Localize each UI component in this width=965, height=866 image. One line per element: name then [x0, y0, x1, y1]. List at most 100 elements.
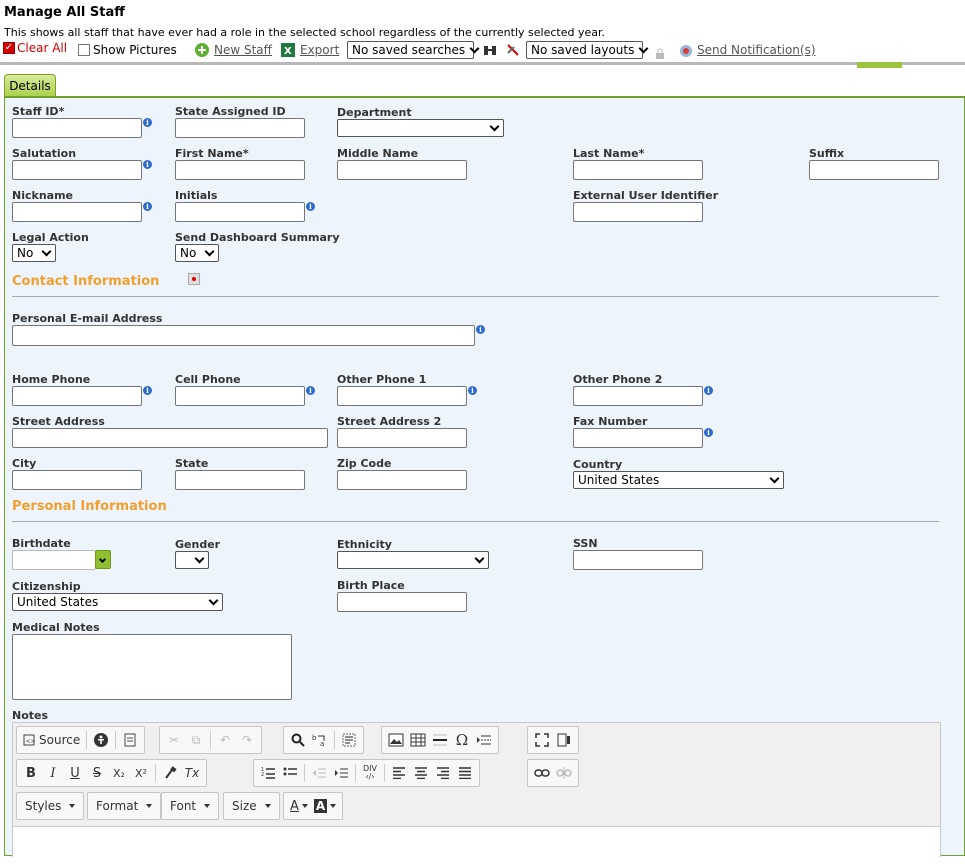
italic-button[interactable]: I — [42, 762, 64, 784]
size-dropdown[interactable]: Size — [223, 792, 280, 820]
superscript-button[interactable]: X² — [130, 762, 152, 784]
indent-icon[interactable] — [330, 762, 352, 784]
font-dropdown[interactable]: Font — [161, 792, 220, 820]
zip-code-input[interactable] — [337, 470, 467, 490]
bold-button[interactable]: B — [20, 762, 42, 784]
cell-phone-input[interactable] — [175, 386, 305, 406]
info-icon[interactable]: i — [704, 386, 713, 395]
text-color-button[interactable]: A — [287, 795, 311, 817]
strikethrough-button[interactable]: S — [86, 762, 108, 784]
horizontal-line-icon[interactable] — [429, 729, 451, 751]
fax-number-input[interactable] — [573, 428, 703, 448]
send-notifications-button[interactable]: Send Notification(s) — [678, 39, 816, 61]
copy-formatting-icon[interactable] — [159, 762, 181, 784]
chevron-down-icon — [41, 246, 52, 257]
other-phone-2-input[interactable] — [573, 386, 703, 406]
binoculars-icon[interactable] — [483, 39, 497, 61]
export-button[interactable]: X Export — [280, 39, 339, 61]
info-icon[interactable]: i — [476, 325, 485, 334]
align-right-icon[interactable] — [432, 762, 454, 784]
info-icon[interactable]: i — [306, 386, 315, 395]
align-center-icon[interactable] — [410, 762, 432, 784]
info-icon[interactable]: i — [143, 202, 152, 211]
staff-id-input[interactable] — [12, 118, 142, 138]
ethnicity-select[interactable] — [337, 551, 489, 569]
personal-email-input[interactable] — [12, 325, 475, 346]
source-button[interactable]: <> Source — [20, 729, 83, 751]
page-break-icon[interactable] — [473, 729, 495, 751]
country-select[interactable]: United States — [573, 471, 784, 489]
citizenship-select[interactable]: United States — [12, 593, 223, 611]
show-pictures-toggle[interactable]: Show Pictures — [78, 39, 177, 61]
undo-icon[interactable]: ↶ — [214, 729, 236, 751]
nickname-input[interactable] — [12, 202, 142, 222]
medical-notes-textarea[interactable] — [12, 634, 292, 700]
birth-place-input[interactable] — [337, 592, 467, 612]
format-dropdown[interactable]: Format — [87, 792, 162, 820]
copy-icon[interactable]: ⧉ — [185, 729, 207, 751]
info-icon[interactable]: i — [143, 160, 152, 169]
justify-icon[interactable] — [454, 762, 476, 784]
maximize-icon[interactable] — [531, 729, 553, 751]
last-name-input[interactable] — [573, 160, 703, 180]
numbered-list-icon[interactable]: 12 — [257, 762, 279, 784]
redo-icon[interactable]: ↷ — [236, 729, 258, 751]
subscript-button[interactable]: X₂ — [108, 762, 130, 784]
accessibility-icon[interactable] — [90, 729, 112, 751]
show-pictures-checkbox[interactable] — [78, 44, 90, 56]
background-color-button[interactable]: A — [311, 795, 339, 817]
ssn-input[interactable] — [573, 550, 703, 570]
special-character-icon[interactable]: Ω — [451, 729, 473, 751]
clear-all-button[interactable]: ✓ Clear All — [3, 37, 67, 59]
department-select[interactable] — [337, 119, 504, 137]
unlink-icon[interactable] — [553, 762, 575, 784]
state-input[interactable] — [175, 470, 305, 490]
image-icon[interactable] — [385, 729, 407, 751]
align-left-icon[interactable] — [388, 762, 410, 784]
new-staff-button[interactable]: New Staff — [194, 39, 272, 61]
legal-action-select[interactable]: No — [12, 244, 56, 262]
other-phone-1-input[interactable] — [337, 386, 467, 406]
create-div-icon[interactable]: DIV ‹/› — [359, 762, 381, 784]
table-icon[interactable] — [407, 729, 429, 751]
info-icon[interactable]: i — [704, 428, 713, 437]
middle-name-input[interactable] — [337, 160, 467, 180]
first-name-input[interactable] — [175, 160, 305, 180]
find-icon[interactable] — [287, 729, 309, 751]
street-address-2-input[interactable] — [337, 428, 467, 448]
send-dashboard-summary-select[interactable]: No — [175, 244, 219, 262]
editor-content-area[interactable] — [13, 826, 940, 866]
replace-icon[interactable]: ba — [309, 729, 331, 751]
saved-searches-select[interactable]: No saved searches — [347, 41, 480, 59]
saved-layouts-select[interactable]: No saved layouts — [526, 41, 649, 59]
show-blocks-icon[interactable] — [553, 729, 575, 751]
underline-button[interactable]: U — [64, 762, 86, 784]
initials-input[interactable] — [175, 202, 305, 222]
remove-format-button[interactable]: Tx — [181, 762, 203, 784]
map-icon[interactable] — [188, 273, 200, 285]
gender-select[interactable] — [175, 551, 209, 569]
cut-icon[interactable]: ✂ — [163, 729, 185, 751]
external-user-identifier-input[interactable] — [573, 202, 703, 222]
street-address-input[interactable] — [12, 428, 328, 448]
info-icon[interactable]: i — [143, 118, 152, 127]
state-assigned-id-input[interactable] — [175, 118, 305, 138]
styles-dropdown[interactable]: Styles — [16, 792, 85, 820]
preview-icon[interactable] — [119, 729, 141, 751]
splitter-handle[interactable] — [857, 62, 902, 68]
info-icon[interactable]: i — [468, 386, 477, 395]
city-input[interactable] — [12, 470, 142, 490]
date-picker-button[interactable] — [95, 550, 111, 569]
tab-details[interactable]: Details — [4, 74, 56, 97]
link-icon[interactable] — [531, 762, 553, 784]
info-icon[interactable]: i — [306, 202, 315, 211]
bulleted-list-icon[interactable] — [279, 762, 301, 784]
home-phone-input[interactable] — [12, 386, 142, 406]
clear-search-icon[interactable] — [506, 39, 520, 61]
info-icon[interactable]: i — [143, 386, 152, 395]
outdent-icon[interactable] — [308, 762, 330, 784]
birthdate-input[interactable] — [12, 550, 96, 570]
suffix-input[interactable] — [809, 160, 939, 180]
salutation-input[interactable] — [12, 160, 142, 180]
select-all-icon[interactable] — [338, 729, 360, 751]
